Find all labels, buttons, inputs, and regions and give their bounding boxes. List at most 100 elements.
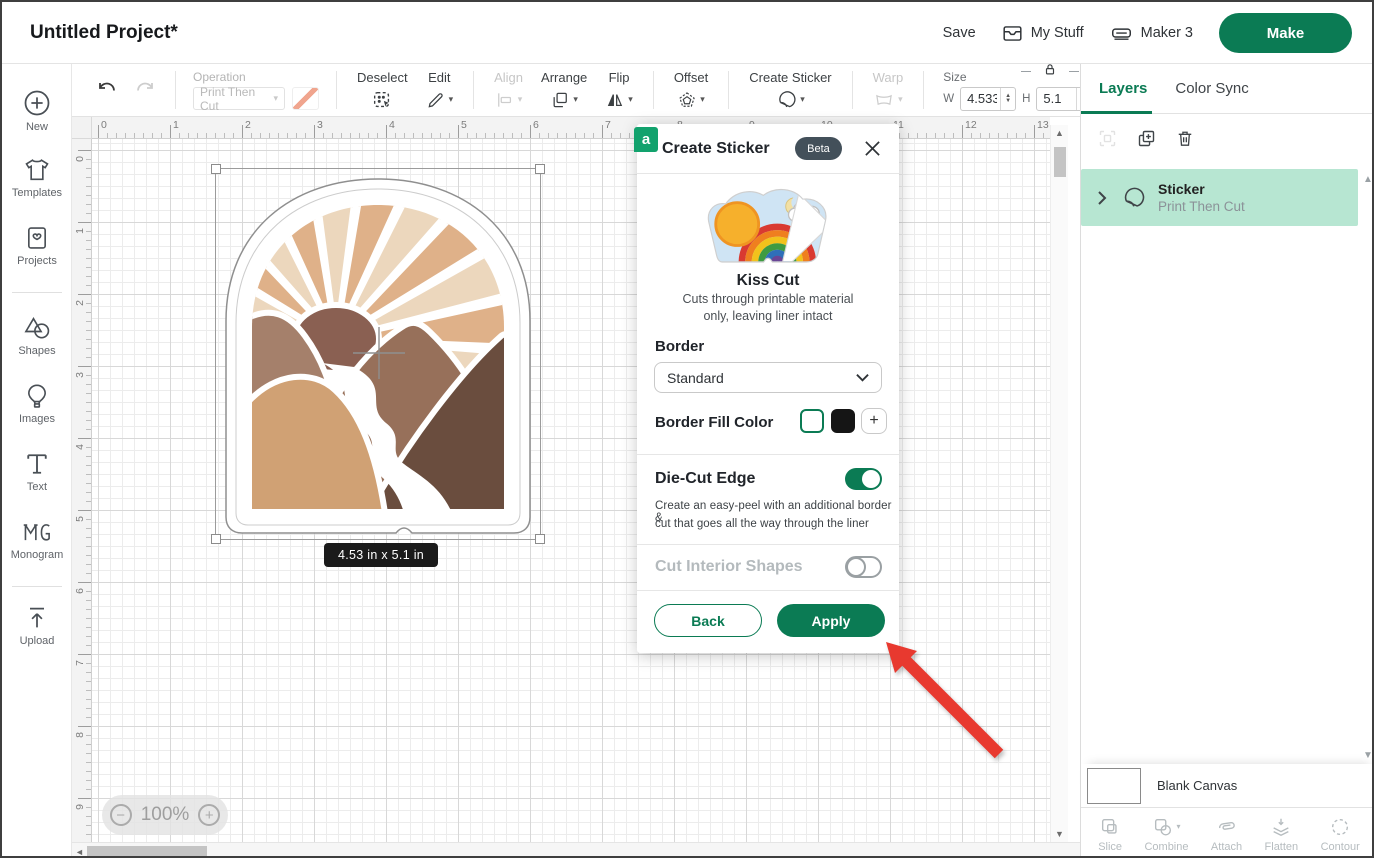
make-button[interactable]: Make [1219, 13, 1352, 53]
duplicate-icon[interactable] [1136, 128, 1157, 149]
operation-select[interactable]: Print Then Cut ▾ [193, 87, 285, 110]
width-input[interactable] [961, 88, 997, 110]
panel-scroll-up-arrow[interactable]: ▲ [1363, 174, 1373, 185]
save-button[interactable]: Save [943, 25, 976, 41]
deselect-tool[interactable]: Deselect [357, 70, 408, 111]
horizontal-scrollbar[interactable]: ◄ [72, 842, 1080, 858]
toolbar-divider [852, 71, 853, 109]
h-ruler-number: 2 [245, 119, 251, 131]
v-ruler-number: 9 [74, 800, 86, 814]
create-sticker-label: Create Sticker [749, 70, 831, 85]
scroll-down-arrow[interactable]: ▼ [1055, 830, 1065, 838]
add-border-color-button[interactable]: + [861, 408, 887, 434]
border-color-swatch-white[interactable] [800, 409, 824, 433]
vertical-scrollbar[interactable]: ▲ ▼ [1050, 125, 1068, 842]
edit-label: Edit [428, 70, 450, 85]
border-color-swatch-black[interactable] [831, 409, 855, 433]
layer-actions [1081, 114, 1374, 161]
sidebar-item-projects[interactable]: Projects [2, 224, 72, 267]
arrange-tool[interactable]: Arrange ▾ [541, 70, 587, 111]
die-cut-edge-toggle[interactable] [845, 468, 882, 490]
sticker-layer-icon [1121, 185, 1146, 210]
machine-label: Maker 3 [1141, 25, 1193, 41]
horizontal-scroll-thumb[interactable] [87, 846, 207, 857]
sidebar-item-label: Templates [12, 187, 62, 199]
kiss-cut-preview-image [698, 182, 838, 268]
width-stepper[interactable]: ▲▼ [1000, 88, 1015, 110]
zoom-control: − 100% + [102, 795, 228, 835]
sidebar-item-upload[interactable]: Upload [2, 604, 72, 647]
sidebar-item-shapes[interactable]: Shapes [2, 314, 72, 357]
sidebar-item-label: New [26, 121, 48, 133]
combine-label: Combine [1144, 841, 1188, 853]
selection-size-badge: 4.53 in x 5.1 in [324, 543, 438, 567]
toolbar-divider [653, 71, 654, 109]
tab-color-sync[interactable]: Color Sync [1175, 80, 1248, 97]
sidebar-item-label: Images [19, 413, 55, 425]
mail-icon [1002, 23, 1023, 44]
selection-handle-bottom-left[interactable] [211, 534, 221, 544]
sidebar-item-monogram[interactable]: Monogram [2, 518, 72, 561]
toolbar-divider [175, 71, 176, 109]
redo-button[interactable] [133, 78, 157, 102]
v-ruler-number: 1 [74, 224, 86, 238]
sticker-artwork[interactable] [216, 169, 540, 539]
width-label: W [943, 93, 954, 105]
selection-handle-bottom-right[interactable] [535, 534, 545, 544]
kiss-cut-desc-line1: Cuts through printable material [637, 292, 899, 306]
close-icon[interactable] [864, 140, 881, 157]
h-ruler-number: 7 [605, 119, 611, 131]
h-ruler-number: 0 [101, 119, 107, 131]
sidebar-item-images[interactable]: Images [2, 382, 72, 425]
sidebar-item-new[interactable]: New [2, 88, 72, 133]
panel-tabs: Layers Color Sync [1081, 64, 1374, 114]
size-lock-toggle[interactable] [1027, 62, 1073, 82]
edit-tool[interactable]: Edit ▾ [426, 70, 454, 111]
flatten-label: Flatten [1265, 841, 1299, 853]
blank-canvas-swatch[interactable] [1087, 768, 1141, 804]
layer-item-sticker[interactable]: Sticker Print Then Cut [1081, 169, 1358, 226]
cut-interior-shapes-toggle[interactable] [845, 556, 882, 578]
sidebar-item-label: Shapes [18, 345, 55, 357]
selection-handle-top-left[interactable] [211, 164, 221, 174]
new-icon [22, 88, 52, 118]
monogram-icon [22, 518, 52, 546]
machine-selector[interactable]: Maker 3 [1110, 23, 1193, 44]
chevron-right-icon[interactable] [1097, 190, 1107, 206]
zoom-in-button[interactable]: + [198, 804, 220, 826]
tab-layers[interactable]: Layers [1099, 80, 1147, 97]
scroll-left-arrow[interactable]: ◄ [75, 847, 84, 857]
back-button[interactable]: Back [654, 604, 762, 637]
height-input[interactable] [1037, 88, 1073, 110]
images-icon [23, 382, 51, 410]
panel-divider [637, 590, 899, 591]
trash-icon[interactable] [1175, 128, 1195, 149]
sidebar-item-text[interactable]: Text [2, 450, 72, 493]
sidebar-item-templates[interactable]: Templates [2, 156, 72, 199]
undo-button[interactable] [95, 78, 119, 102]
operation-value: Print Then Cut [200, 85, 273, 113]
selection-box[interactable] [216, 169, 540, 539]
warp-label: Warp [873, 70, 904, 85]
projects-icon [23, 224, 51, 252]
edit-toolbar: Operation Print Then Cut ▾ Deselect Edit [72, 64, 1080, 117]
warp-tool: Warp ▾ [873, 70, 904, 111]
flip-tool[interactable]: Flip ▾ [605, 70, 633, 111]
die-cut-edge-label: Die-Cut Edge [655, 470, 755, 488]
selection-handle-top-right[interactable] [535, 164, 545, 174]
operation-color-swatch[interactable] [292, 87, 319, 110]
vertical-scroll-thumb[interactable] [1054, 147, 1066, 177]
panel-scroll-down-arrow[interactable]: ▼ [1363, 750, 1373, 761]
my-stuff-button[interactable]: My Stuff [1002, 23, 1084, 44]
zoom-out-button[interactable]: − [110, 804, 132, 826]
chevron-down-icon: ▾ [449, 94, 454, 105]
offset-tool[interactable]: Offset ▾ [674, 70, 708, 111]
border-select[interactable]: Standard [654, 362, 882, 393]
left-sidebar: New Templates Projects Shapes Images Tex… [2, 64, 72, 856]
scroll-up-arrow[interactable]: ▲ [1055, 129, 1065, 137]
lock-bracket [1069, 71, 1079, 77]
create-sticker-tool[interactable]: Create Sticker ▾ [749, 70, 831, 111]
toolbar-divider [473, 71, 474, 109]
sidebar-item-label: Projects [17, 255, 57, 267]
h-ruler-number: 1 [173, 119, 179, 131]
